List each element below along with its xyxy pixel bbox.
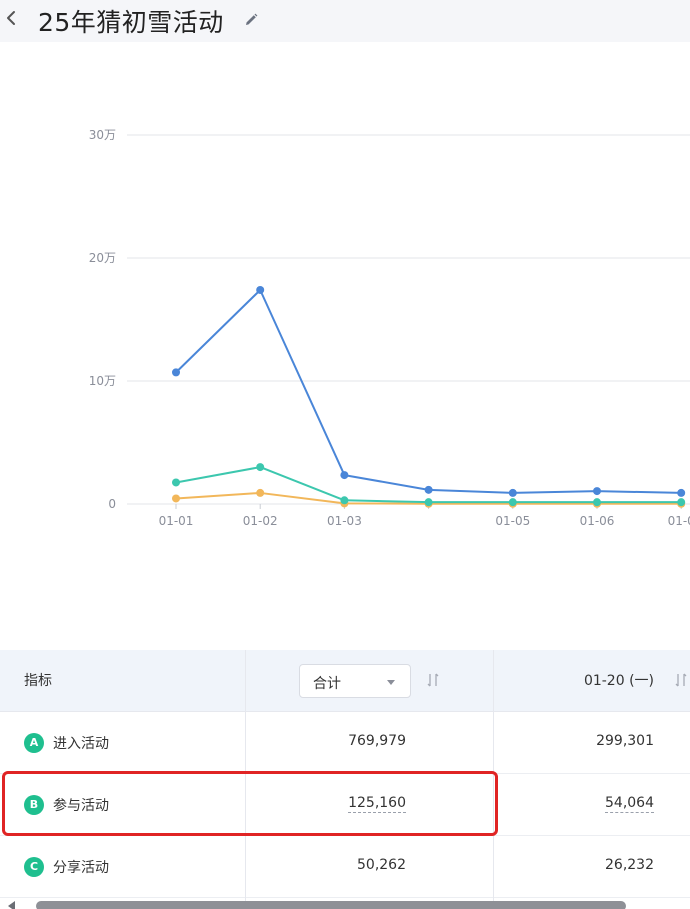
metric-name: 进入活动 xyxy=(53,736,109,752)
data-point xyxy=(677,488,686,497)
data-point xyxy=(424,485,433,494)
table-row[interactable]: C 分享活动 50,262 26,232 xyxy=(0,836,690,898)
data-point xyxy=(593,487,601,496)
y-tick-label: 20万 xyxy=(89,251,116,265)
series-line xyxy=(175,466,682,504)
data-point xyxy=(256,463,265,472)
data-point xyxy=(593,498,601,507)
data-point xyxy=(508,498,517,507)
data-point xyxy=(508,488,517,497)
x-tick-label: 01-03 xyxy=(327,514,362,528)
metric-name: 分享活动 xyxy=(53,860,109,876)
date-value: 54,064 xyxy=(605,795,654,813)
table-header: 指标 合计 01-20 (一) xyxy=(0,650,690,712)
header-bar: 25年猜初雪活动 xyxy=(0,0,690,42)
y-tick-label: 10万 xyxy=(89,374,116,388)
sort-icon[interactable] xyxy=(675,672,687,688)
horizontal-scrollbar[interactable] xyxy=(36,901,626,909)
x-tick-label: 01-06 xyxy=(580,514,615,528)
metric-badge: C xyxy=(24,857,44,877)
data-point xyxy=(256,285,265,294)
date-value: 26,232 xyxy=(605,857,654,873)
table-row[interactable]: A 进入活动 769,979 299,301 xyxy=(0,712,690,774)
scroll-left-arrow-icon[interactable] xyxy=(8,901,15,909)
trend-line-chart: 0 10万 20万 30万 01-01 01-02 01-03 01-05 01-06 01-0 xyxy=(0,42,690,642)
x-tick-label: 01-02 xyxy=(243,514,278,528)
y-tick-label: 0 xyxy=(108,497,116,511)
date-value: 299,301 xyxy=(596,733,654,749)
data-point xyxy=(172,478,180,487)
data-point xyxy=(424,498,433,507)
total-value: 50,262 xyxy=(357,857,406,873)
data-point xyxy=(172,368,180,377)
data-point xyxy=(340,471,349,480)
data-point xyxy=(340,496,349,505)
x-tick-label: 01-0 xyxy=(668,514,690,528)
metric-badge: A xyxy=(24,733,44,753)
chart-canvas: 0 10万 20万 30万 01-01 01-02 01-03 01-05 01-06 01-0 xyxy=(89,128,690,528)
x-tick-label: 01-05 xyxy=(495,514,530,528)
sort-icon[interactable] xyxy=(427,672,439,688)
highlight-box xyxy=(2,771,498,836)
y-tick-label: 30万 xyxy=(89,128,116,142)
x-tick-label: 01-01 xyxy=(159,514,194,528)
chevron-left-icon[interactable] xyxy=(4,6,18,30)
aggregate-select-value: 合计 xyxy=(313,676,341,692)
data-point xyxy=(172,494,180,503)
caret-down-icon xyxy=(387,680,395,685)
aggregate-select[interactable]: 合计 xyxy=(299,664,411,698)
pencil-icon[interactable] xyxy=(243,12,259,28)
data-point xyxy=(256,488,265,497)
page-title: 25年猜初雪活动 xyxy=(38,8,224,37)
data-point xyxy=(677,498,686,507)
header-date-label: 01-20 (一) xyxy=(583,673,654,689)
header-metric-label: 指标 xyxy=(24,673,52,689)
series-line xyxy=(175,288,682,494)
total-value: 769,979 xyxy=(348,733,406,749)
